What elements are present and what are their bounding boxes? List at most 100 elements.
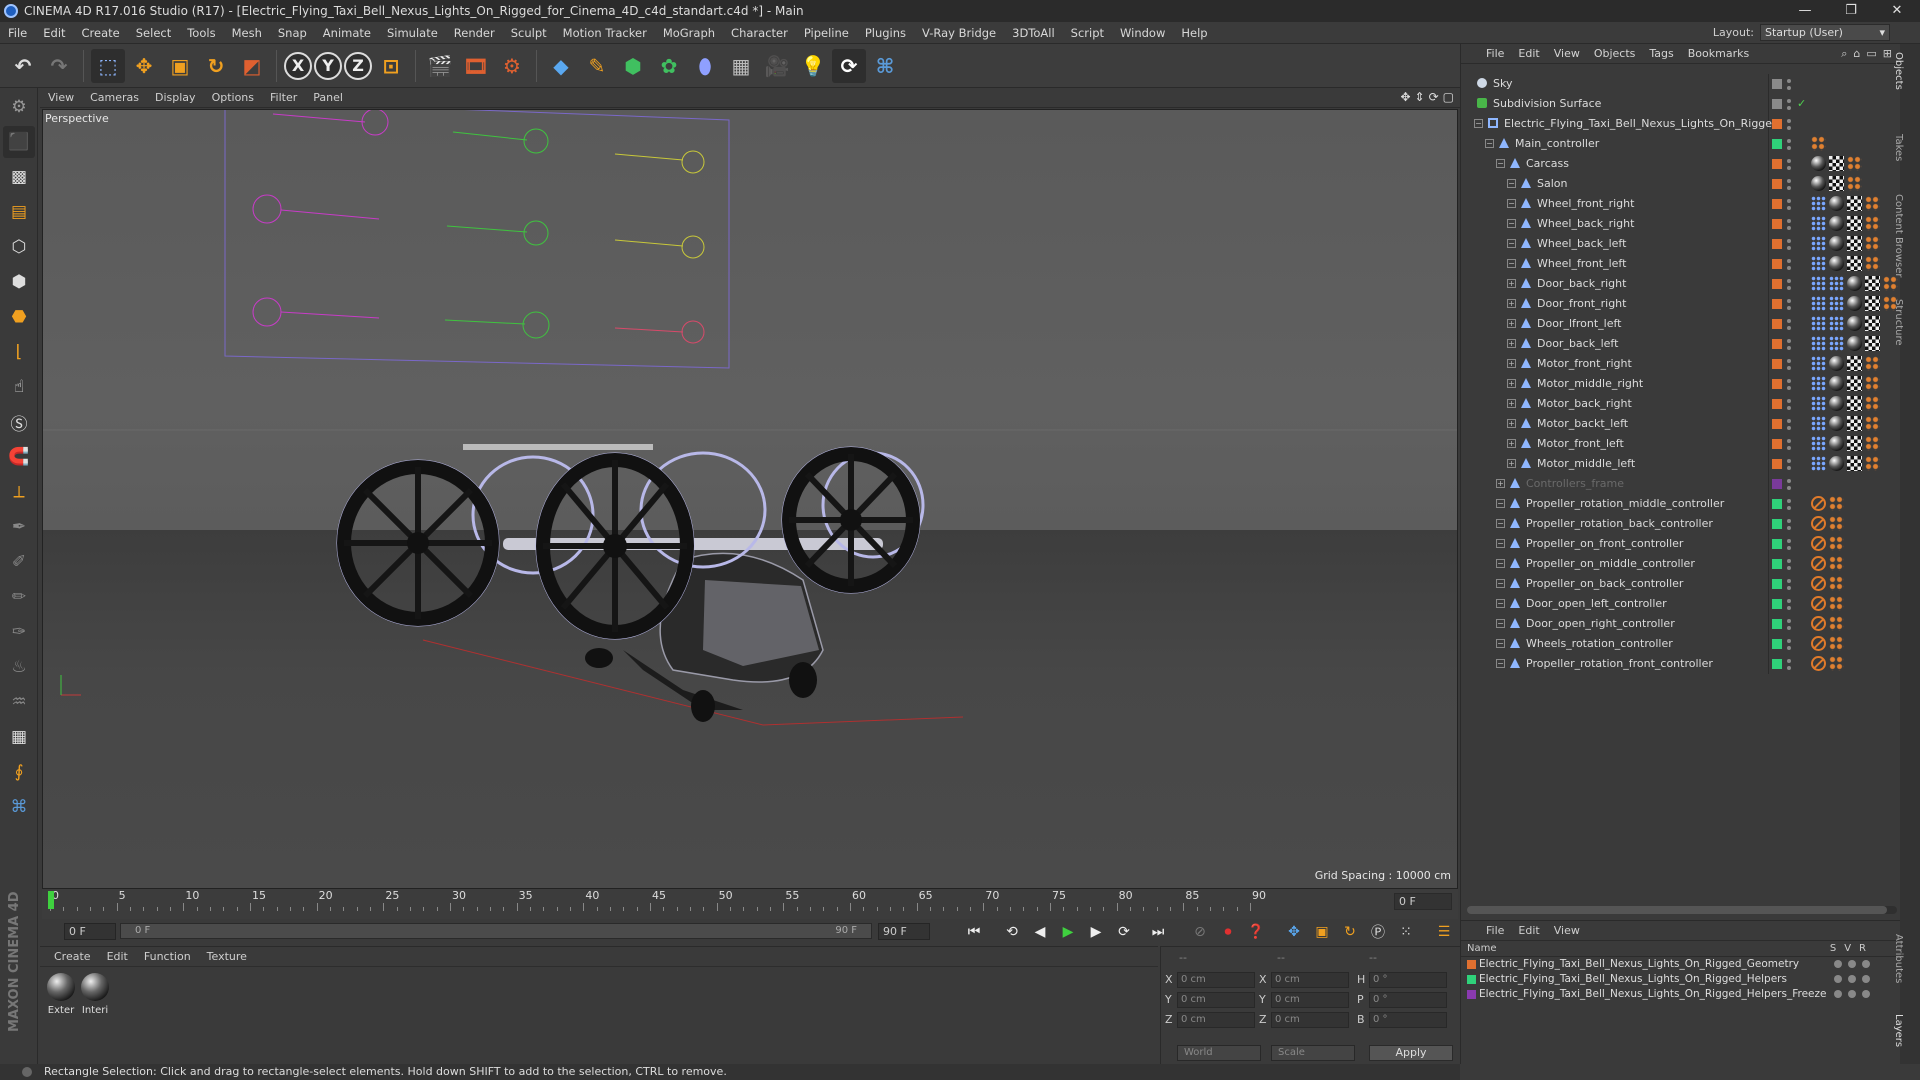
material-menu-edit[interactable]: Edit xyxy=(99,950,136,963)
object-row[interactable]: − Wheel_back_right xyxy=(1461,214,1901,234)
array-icon[interactable]: ✿ xyxy=(652,49,686,83)
texture-tag-icon[interactable] xyxy=(1829,176,1844,191)
selection-tag-icon[interactable] xyxy=(1829,316,1844,331)
layer-color-swatch[interactable] xyxy=(1772,459,1782,469)
keyframe-selection-icon[interactable]: ❓ xyxy=(1244,921,1268,943)
constraint-tag-icon[interactable] xyxy=(1883,276,1898,291)
material-menu-create[interactable]: Create xyxy=(46,950,99,963)
protection-tag-icon[interactable] xyxy=(1811,496,1826,511)
key-pla-icon[interactable]: ⁙ xyxy=(1394,921,1418,943)
visible-toggle-icon[interactable] xyxy=(1848,975,1856,983)
maximize-view-icon[interactable]: ▢ xyxy=(1443,90,1454,104)
visibility-toggle-icon[interactable] xyxy=(1787,76,1791,92)
expand-toggle-icon[interactable]: + xyxy=(1507,299,1516,308)
protection-tag-icon[interactable] xyxy=(1811,596,1826,611)
menu-plugins[interactable]: Plugins xyxy=(857,26,914,40)
selection-tag-icon[interactable] xyxy=(1811,456,1826,471)
layer-color-swatch[interactable] xyxy=(1772,319,1782,329)
texture-tag-icon[interactable] xyxy=(1847,396,1862,411)
texture-tag-icon[interactable] xyxy=(1865,316,1880,331)
workplane-mode-icon[interactable]: ▤ xyxy=(3,196,35,228)
render-toggle-icon[interactable] xyxy=(1862,975,1870,983)
material-tag-icon[interactable] xyxy=(1829,396,1844,411)
object-row[interactable]: − Wheel_back_left xyxy=(1461,234,1901,254)
play-icon[interactable]: ▶ xyxy=(1056,921,1080,943)
render-view-icon[interactable]: 🎬 xyxy=(423,49,457,83)
selection-tag-icon[interactable] xyxy=(1829,276,1844,291)
axis-mode-icon[interactable]: ⌊ xyxy=(3,336,35,368)
vray-icon[interactable]: ⟳ xyxy=(832,48,866,83)
previous-frame-icon[interactable]: ◀ xyxy=(1028,921,1052,943)
visibility-toggle-icon[interactable] xyxy=(1787,116,1791,132)
selection-tag-icon[interactable] xyxy=(1811,396,1826,411)
edit-render-settings-icon[interactable]: ⚙ xyxy=(495,49,529,83)
object-row[interactable]: + Motor_middle_right xyxy=(1461,374,1901,394)
object-row[interactable]: + Motor_back_right xyxy=(1461,394,1901,414)
object-row[interactable]: + Door_lfront_left xyxy=(1461,314,1901,334)
material-tag-icon[interactable] xyxy=(1811,156,1826,171)
object-row[interactable]: + Motor_front_left xyxy=(1461,434,1901,454)
visibility-toggle-icon[interactable] xyxy=(1787,356,1791,372)
material-tag-icon[interactable] xyxy=(1829,416,1844,431)
viewport-menu-view[interactable]: View xyxy=(40,91,82,104)
workplane-icon[interactable]: ⟂ xyxy=(3,476,35,508)
expand-toggle-icon[interactable]: − xyxy=(1496,519,1505,528)
menu-vray-bridge[interactable]: V-Ray Bridge xyxy=(914,26,1004,40)
paint-brush-icon[interactable]: ✐ xyxy=(3,546,35,578)
material-menu-function[interactable]: Function xyxy=(136,950,199,963)
om-menu-edit[interactable]: Edit xyxy=(1511,47,1546,60)
constraint-tag-icon[interactable] xyxy=(1811,136,1826,151)
timeline-window-icon[interactable]: ☰ xyxy=(1432,921,1456,943)
menu-snap[interactable]: Snap xyxy=(270,26,315,40)
object-row[interactable]: − Electric_Flying_Taxi_Bell_Nexus_Lights_… xyxy=(1461,114,1901,134)
constraint-tag-icon[interactable] xyxy=(1829,516,1844,531)
constraint-tag-icon[interactable] xyxy=(1865,396,1880,411)
expand-toggle-icon[interactable]: − xyxy=(1507,199,1516,208)
go-to-start-icon[interactable]: ⏮ xyxy=(962,921,986,943)
texture-tag-icon[interactable] xyxy=(1865,296,1880,311)
object-row[interactable]: + Motor_front_right xyxy=(1461,354,1901,374)
layer-color-swatch[interactable] xyxy=(1772,179,1782,189)
python-icon[interactable]: ⌘ xyxy=(868,49,902,83)
viewport-menu-panel[interactable]: Panel xyxy=(305,91,351,104)
inflate-brush-icon[interactable]: ♨ xyxy=(3,651,35,683)
menu-script[interactable]: Script xyxy=(1063,26,1112,40)
material-tag-icon[interactable] xyxy=(1829,436,1844,451)
expand-toggle-icon[interactable]: + xyxy=(1507,339,1516,348)
python-script-icon[interactable]: ⌘ xyxy=(3,791,35,823)
expand-toggle-icon[interactable]: − xyxy=(1474,119,1483,128)
object-row[interactable]: Subdivision Surface ✓ xyxy=(1461,94,1901,114)
object-row[interactable]: − Carcass xyxy=(1461,154,1901,174)
texture-tag-icon[interactable] xyxy=(1829,156,1844,171)
visibility-toggle-icon[interactable] xyxy=(1787,416,1791,432)
object-row[interactable]: − Wheel_front_right xyxy=(1461,194,1901,214)
key-scale-icon[interactable]: ▣ xyxy=(1310,921,1334,943)
visibility-toggle-icon[interactable] xyxy=(1787,516,1791,532)
material-tag-icon[interactable] xyxy=(1829,456,1844,471)
home-icon[interactable]: ⌂ xyxy=(1853,47,1860,61)
layout-dropdown[interactable]: Startup (User) xyxy=(1760,24,1890,41)
polygons-mode-icon[interactable]: ⬣ xyxy=(3,301,35,333)
menu-create[interactable]: Create xyxy=(74,26,128,40)
side-tab-structure[interactable]: Structure xyxy=(1893,299,1904,346)
rectangle-select-icon[interactable]: ⬚ xyxy=(91,48,125,83)
constraint-tag-icon[interactable] xyxy=(1829,656,1844,671)
visibility-toggle-icon[interactable] xyxy=(1787,456,1791,472)
tweak-mode-icon[interactable]: ☝ xyxy=(3,371,35,403)
next-frame-icon[interactable]: ▶ xyxy=(1084,921,1108,943)
expand-toggle-icon[interactable]: − xyxy=(1496,639,1505,648)
visibility-toggle-icon[interactable] xyxy=(1787,156,1791,172)
visibility-toggle-icon[interactable] xyxy=(1787,616,1791,632)
side-tab-layers[interactable]: Layers xyxy=(1893,1014,1904,1047)
layer-color-swatch[interactable] xyxy=(1772,219,1782,229)
key-position-icon[interactable]: ✥ xyxy=(1282,921,1306,943)
rotation-p-field[interactable]: 0 ° xyxy=(1369,992,1447,1008)
expand-toggle-icon[interactable]: + xyxy=(1507,419,1516,428)
menu-motion-tracker[interactable]: Motion Tracker xyxy=(555,26,655,40)
selection-tag-icon[interactable] xyxy=(1811,416,1826,431)
layer-color-swatch[interactable] xyxy=(1772,299,1782,309)
layer-color-swatch[interactable] xyxy=(1772,239,1782,249)
lm-menu-view[interactable]: View xyxy=(1547,924,1587,937)
redo-icon[interactable]: ↷ xyxy=(42,49,76,83)
menu-sculpt[interactable]: Sculpt xyxy=(503,26,555,40)
